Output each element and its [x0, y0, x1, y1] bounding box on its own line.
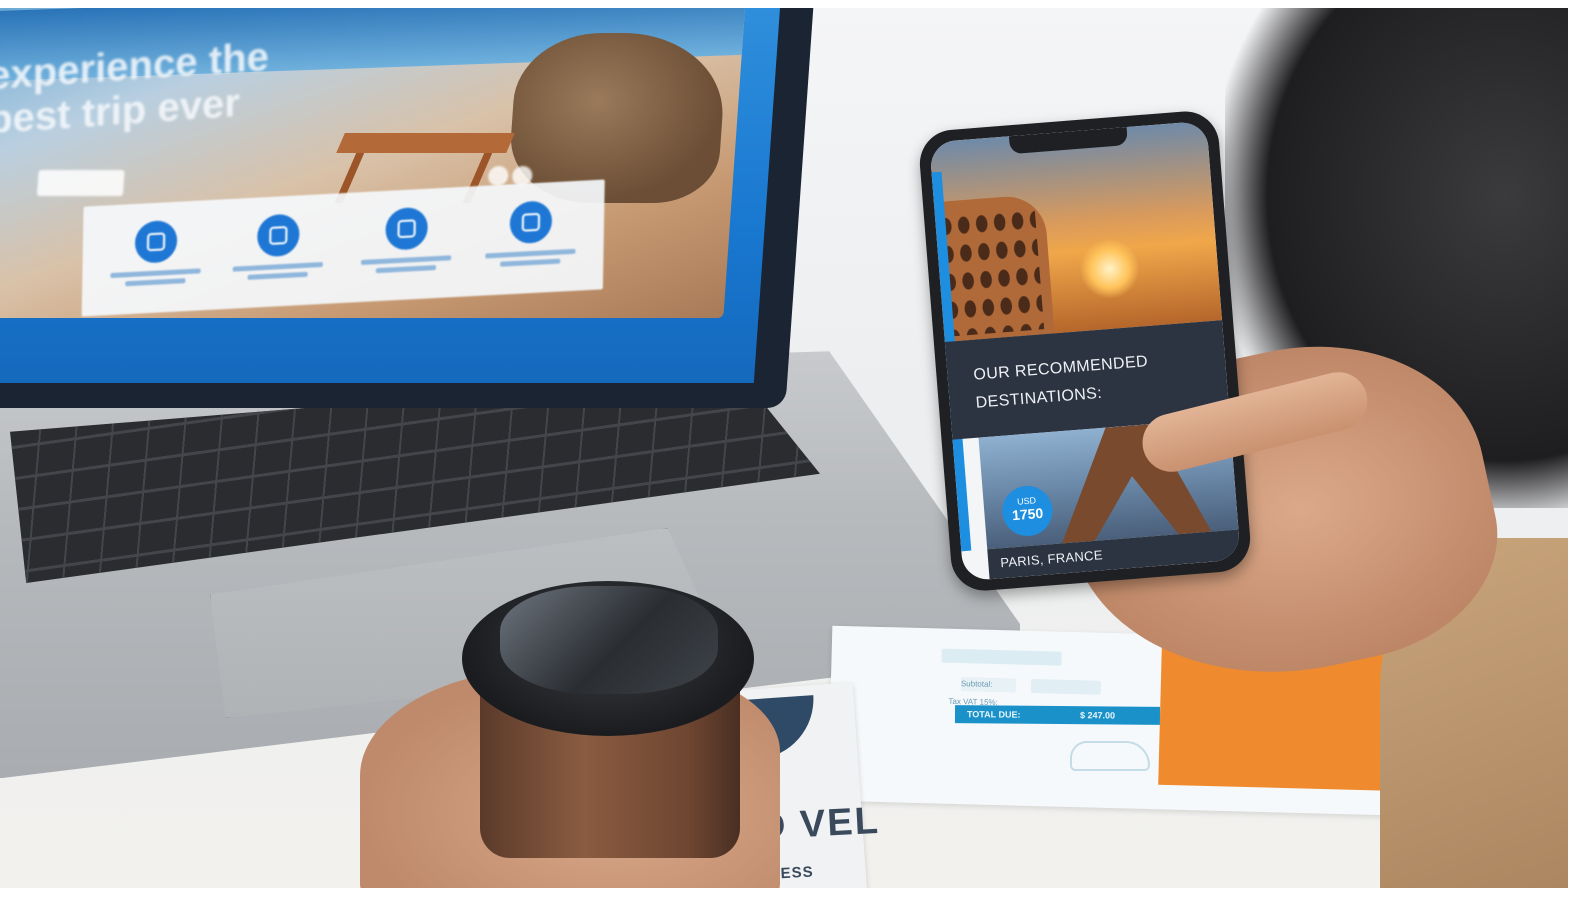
- feature-item[interactable]: [475, 198, 586, 268]
- hero-cta-button[interactable]: [36, 170, 125, 196]
- price-value: 1750: [1011, 504, 1044, 524]
- colosseum-photo[interactable]: [929, 120, 1223, 343]
- total-due-amount: $ 247.00: [1079, 710, 1116, 721]
- subtotal-label: Subtotal:: [960, 677, 1017, 693]
- feature-icon: [134, 219, 178, 264]
- feature-icon: [385, 206, 429, 251]
- feature-item[interactable]: [100, 218, 211, 288]
- smartphone: OUR RECOMMENDED DESTINATIONS: USD 1750 P…: [917, 108, 1253, 594]
- photo-scene: experience the best trip ever Subtotal: …: [0, 8, 1568, 888]
- feature-icon: [256, 213, 300, 258]
- total-due-bar: TOTAL DUE: $ 247.00: [954, 705, 1161, 725]
- car-icon: [1070, 741, 1150, 771]
- beach-chair-image: [506, 33, 729, 203]
- coffee-lid-top: [500, 586, 718, 694]
- laptop-screen: experience the best trip ever: [0, 8, 780, 383]
- beach-table-image: [336, 133, 515, 153]
- total-due-label: TOTAL DUE:: [966, 709, 1021, 720]
- feature-item[interactable]: [351, 205, 462, 275]
- phone-screen[interactable]: OUR RECOMMENDED DESTINATIONS: USD 1750 P…: [929, 120, 1241, 582]
- feature-icon: [509, 200, 553, 245]
- feature-item[interactable]: [222, 212, 333, 282]
- recommended-heading: OUR RECOMMENDED DESTINATIONS:: [972, 353, 1149, 412]
- sun-glow: [1077, 236, 1142, 302]
